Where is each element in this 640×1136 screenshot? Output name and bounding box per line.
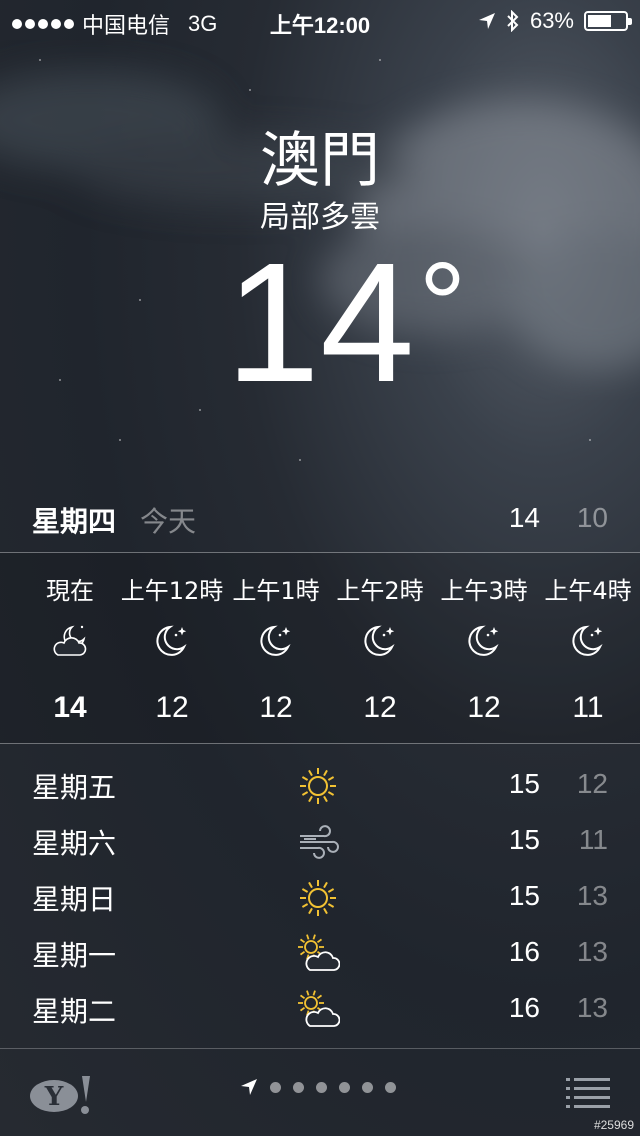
daily-high: 15 [508,768,540,799]
partly-sunny-icon [296,932,341,976]
footer-bar: Y #25969 [0,1050,640,1136]
moon-stars-icon [360,621,400,661]
svg-text:Y: Y [44,1082,64,1112]
hour-label: 上午12時 [120,577,224,605]
bluetooth-icon [507,10,519,32]
current-temperature: 14 ° [0,238,640,408]
page-dot[interactable] [270,1081,281,1093]
partly-cloudy-night-icon [50,621,90,661]
hour-temperature: 12 [363,691,397,724]
city-list-icon[interactable] [566,1076,610,1110]
hour-label: 上午2時 [336,577,424,605]
hour-label: 上午4時 [544,577,632,605]
city-name: 澳門 [260,126,380,196]
today-weekday: 星期四 [32,505,117,538]
partly-sunny-icon [296,988,341,1032]
daily-low: 13 [576,880,608,911]
page-dot[interactable] [293,1081,304,1093]
divider [0,743,640,744]
hour-temperature: 11 [572,691,604,724]
weekday-label: 星期日 [32,883,117,916]
today-high: 14 [508,502,540,533]
hour-label: 上午1時 [232,577,320,605]
page-indicator[interactable] [240,1078,396,1096]
daily-low: 12 [576,768,608,799]
moon-stars-icon [568,621,608,661]
daily-low: 13 [576,936,608,967]
moon-stars-icon [464,621,504,661]
sun-icon [296,764,340,808]
wind-icon [296,820,340,864]
sun-icon [296,876,340,920]
hour-temperature: 14 [53,691,87,724]
daily-forecast: 星期五 15 12 星期六 15 11 星期日 15 13 星期一 16 13 星期二 16 13 [32,758,608,1038]
hour-label: 現在 [46,577,94,605]
page-dot[interactable] [339,1081,350,1093]
battery-icon [584,11,632,31]
daily-high: 15 [508,824,540,855]
battery-level [588,15,611,27]
page-dot[interactable] [316,1081,327,1093]
daily-high: 16 [508,992,540,1023]
moon-stars-icon [256,621,296,661]
divider [0,1048,640,1049]
daily-low: 13 [576,992,608,1023]
daily-row: 星期五 15 12 [32,758,608,814]
page-dot[interactable] [385,1081,396,1093]
daily-row: 星期一 16 13 [32,926,608,982]
weekday-label: 星期一 [32,939,117,972]
weekday-label: 星期五 [32,771,117,804]
location-arrow-icon [478,13,495,29]
hour-label: 上午3時 [440,577,528,605]
status-right: 63% [478,8,632,34]
hour-temperature: 12 [259,691,293,724]
hour-temperature: 12 [155,691,189,724]
weekday-label: 星期二 [32,995,117,1028]
moon-stars-icon [152,621,192,661]
daily-row: 星期日 15 13 [32,870,608,926]
today-label: 今天 [140,505,197,538]
temperature-value: 14 [225,228,415,418]
today-row: 星期四 今天 14 10 [32,498,608,538]
daily-row: 星期二 16 13 [32,982,608,1038]
degree-symbol: ° [418,238,467,372]
daily-high: 16 [508,936,540,967]
today-low: 10 [576,502,608,533]
location-arrow-icon [241,1079,257,1095]
battery-percentage: 63% [529,8,574,33]
page-dot[interactable] [362,1081,373,1093]
yahoo-logo-icon[interactable]: Y [28,1072,98,1116]
daily-low: 11 [578,824,608,855]
daily-row: 星期六 15 11 [32,814,608,870]
hourly-forecast[interactable]: 現在 14 上午12時 12 上午1時 12 上午2時 12 上午3時 12 上午4時 11 [0,553,640,743]
weekday-label: 星期六 [32,827,117,860]
status-bar: 中国电信 3G 上午12:00 63% [0,0,640,40]
daily-high: 15 [508,880,540,911]
watermark: #25969 [593,1118,634,1132]
hour-temperature: 12 [467,691,501,724]
